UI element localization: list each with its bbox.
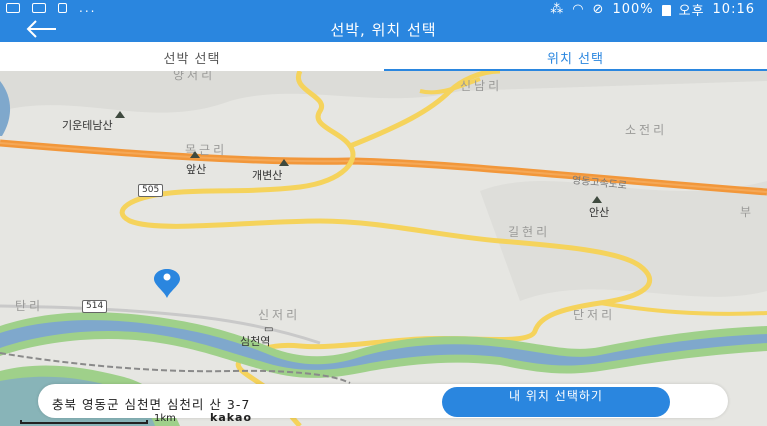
map-label-bu: 부 xyxy=(740,205,755,219)
status-time: 10:16 xyxy=(712,2,755,17)
map-label-apsan: 앞산 xyxy=(186,163,207,176)
select-my-location-button[interactable]: 내 위치 선택하기 xyxy=(442,387,670,417)
scale-bar xyxy=(20,420,148,424)
do-not-disturb-icon: ⊘ xyxy=(592,2,605,17)
map-label-gilhyeonri: 길현리 xyxy=(508,225,551,239)
map-view[interactable]: 양저리 신남리 기운테남산 소전리 목근리 앞산 개변산 영동고속도로 505 … xyxy=(0,71,767,426)
tab-select-vessel[interactable]: 선박 선택 xyxy=(0,42,384,71)
notification-icon xyxy=(6,3,20,13)
map-scale: 1km xyxy=(20,413,176,424)
battery-percent: 100% xyxy=(612,2,654,17)
more-notifications-dots: ... xyxy=(79,1,97,15)
clipboard-icon xyxy=(58,3,67,13)
route-shield-505: 505 xyxy=(138,184,164,197)
map-label-gimunhyeon: 기운테남산 xyxy=(62,119,113,132)
map-label-gaebyeonsan: 개변산 xyxy=(252,169,283,182)
wifi-icon: ◠ xyxy=(572,2,585,17)
map-label-tanri: 탄리 xyxy=(15,299,44,313)
status-notifications: ... xyxy=(6,1,96,15)
route-shield-514: 514 xyxy=(82,300,108,313)
scale-label: 1km xyxy=(154,413,176,424)
location-pin[interactable] xyxy=(152,269,182,299)
peak-icon xyxy=(115,111,125,118)
tab-select-location[interactable]: 위치 선택 xyxy=(384,42,767,71)
map-label-yangjeori: 양저리 xyxy=(173,71,216,82)
peak-icon xyxy=(592,196,602,203)
peak-icon xyxy=(190,151,200,158)
mail-icon xyxy=(32,3,46,13)
map-label-simcheonyeok: 심천역 xyxy=(240,335,271,348)
map-label-danjeori: 단저리 xyxy=(573,308,616,322)
vibrate-icon: ⁂ xyxy=(550,2,565,17)
tab-bar: 선박 선택 위치 선택 xyxy=(0,42,767,71)
map-label-sinjeori: 신저리 xyxy=(258,308,301,322)
peak-icon xyxy=(279,159,289,166)
app-bar: 선박, 위치 선택 xyxy=(0,16,767,42)
kakao-logo: kakao xyxy=(210,411,253,424)
map-label-sojeonri: 소전리 xyxy=(625,123,668,137)
map-label-sinnamri: 신남리 xyxy=(460,79,503,93)
battery-icon xyxy=(661,4,671,17)
location-pin-icon xyxy=(154,269,180,298)
status-bar: ... ⁂ ◠ ⊘ 100% 오후 10:16 xyxy=(0,0,767,19)
page-title: 선박, 위치 선택 xyxy=(330,21,437,39)
map-label-ansan: 안산 xyxy=(589,206,610,219)
